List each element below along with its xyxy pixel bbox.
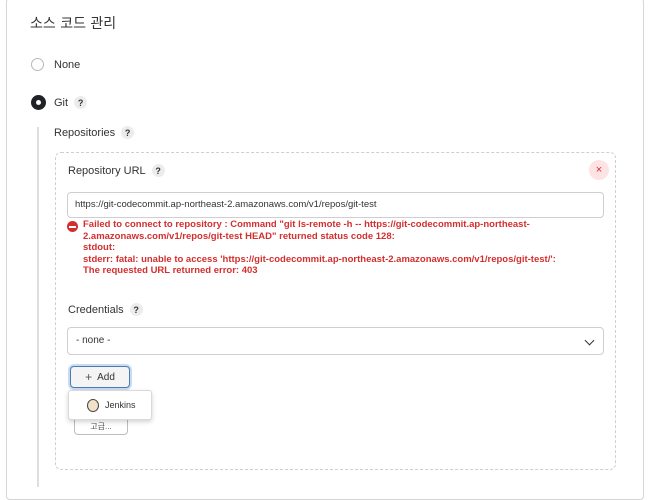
error-line: Failed to connect to repository : Comman… — [83, 219, 530, 230]
error-line: The requested URL returned error: 403 — [83, 265, 258, 276]
menu-item-jenkins[interactable]: Jenkins — [105, 400, 136, 410]
scm-option-git[interactable]: Git ? — [31, 95, 88, 110]
error-line: 2.amazonaws.com/v1/repos/git-test HEAD" … — [83, 230, 395, 242]
error-line: stderr: fatal: unable to access 'https:/… — [83, 253, 556, 265]
close-icon[interactable]: × — [589, 160, 609, 180]
jenkins-icon — [87, 398, 99, 412]
repository-url-label: Repository URL ? — [68, 164, 165, 177]
help-icon[interactable]: ? — [129, 303, 143, 316]
error-line: stdout: — [83, 242, 116, 253]
error-icon — [67, 221, 78, 232]
help-icon[interactable]: ? — [74, 96, 88, 109]
error-text: Failed to connect to repository : Comman… — [83, 219, 556, 277]
advanced-button[interactable]: 고급... — [74, 418, 128, 435]
plus-icon: + — [85, 370, 93, 384]
credentials-label: Credentials ? — [68, 303, 143, 316]
git-section-divider — [37, 127, 39, 487]
radio-git[interactable] — [31, 95, 46, 110]
credentials-selected-value: - none - — [76, 335, 111, 346]
add-credentials-button[interactable]: + Add — [70, 366, 130, 388]
add-button-label: Add — [97, 371, 115, 383]
help-icon[interactable]: ? — [121, 126, 135, 139]
scm-option-none[interactable]: None — [31, 58, 80, 71]
add-credentials-menu: Jenkins — [68, 390, 152, 420]
radio-none-label: None — [54, 58, 81, 71]
repositories-label: Repositories ? — [54, 126, 135, 139]
credentials-select[interactable]: - none - — [67, 327, 604, 355]
repository-url-input[interactable]: https://git-codecommit.ap-northeast-2.am… — [67, 192, 604, 218]
section-title: 소스 코드 관리 — [30, 16, 117, 32]
error-message: Failed to connect to repository : Comman… — [67, 219, 607, 277]
credentials-label-text: Credentials — [68, 303, 124, 316]
repository-url-label-text: Repository URL — [68, 164, 146, 177]
repositories-label-text: Repositories — [54, 126, 116, 139]
help-icon[interactable]: ? — [151, 164, 165, 177]
chevron-down-icon — [584, 335, 595, 346]
radio-git-label: Git — [54, 96, 69, 109]
radio-none[interactable] — [31, 58, 44, 71]
